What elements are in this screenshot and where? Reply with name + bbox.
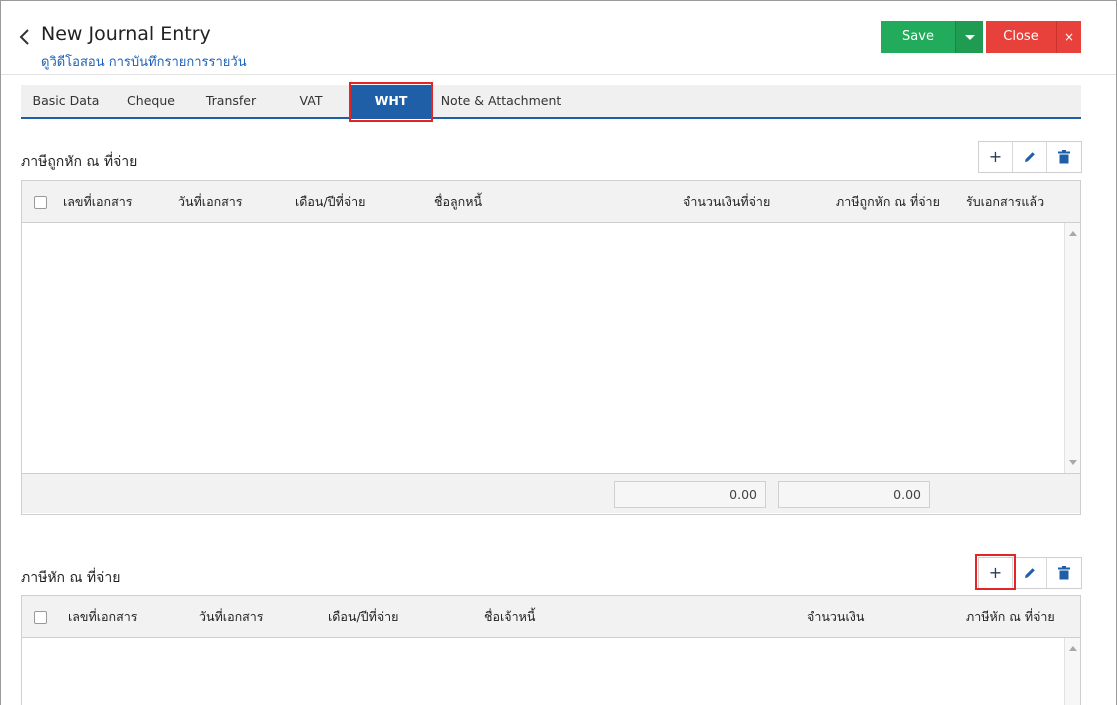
section1-add-button[interactable]: + (979, 142, 1013, 172)
page-title: New Journal Entry (41, 23, 211, 45)
col-doc-date[interactable]: วันที่เอกสาร (199, 596, 264, 638)
section-withholding-tax-title: ภาษีหัก ณ ที่จ่าย (21, 570, 121, 586)
select-all-checkbox[interactable] (34, 611, 47, 624)
tab-note-attachment[interactable]: Note & Attachment (431, 85, 571, 117)
close-button[interactable]: Close (986, 21, 1056, 53)
section1-delete-button[interactable] (1047, 142, 1081, 172)
section-withheld-tax-title: ภาษีถูกหัก ณ ที่จ่าย (21, 154, 138, 170)
col-amount[interactable]: จำนวนเงิน (807, 596, 864, 638)
select-all-checkbox[interactable] (34, 196, 47, 209)
grid-body-empty (22, 223, 1080, 473)
save-dropdown-caret-icon[interactable] (955, 21, 983, 53)
pencil-icon (1024, 152, 1035, 162)
col-doc-date[interactable]: วันที่เอกสาร (178, 181, 243, 223)
grid-body-empty (22, 638, 1080, 705)
grid-header: เลขที่เอกสาร วันที่เอกสาร เดือน/ปีที่จ่า… (22, 181, 1080, 223)
tab-vat[interactable]: VAT (271, 85, 351, 117)
tutorial-video-link[interactable]: ดูวิดีโอสอน การบันทึกรายการรายวัน (41, 51, 247, 72)
scroll-down-icon[interactable] (1069, 460, 1077, 465)
total-tax-field: 0.00 (778, 481, 930, 508)
section2-add-button[interactable]: + (979, 558, 1013, 588)
trash-icon (1058, 150, 1070, 164)
scroll-up-icon[interactable] (1069, 646, 1077, 651)
scroll-up-icon[interactable] (1069, 231, 1077, 236)
tab-wht[interactable]: WHT (351, 85, 431, 117)
save-button[interactable]: Save (881, 21, 955, 53)
grid-footer-totals: 0.00 0.00 (22, 473, 1080, 513)
col-amount-paid[interactable]: จำนวนเงินที่จ่าย (683, 181, 770, 223)
section2-toolbar: + (978, 557, 1082, 589)
back-chevron-icon[interactable] (17, 25, 33, 49)
trash-icon (1058, 566, 1070, 580)
col-debtor-name[interactable]: ชื่อลูกหนี้ (434, 181, 482, 223)
vertical-scrollbar[interactable] (1064, 223, 1080, 473)
pencil-icon (1024, 568, 1035, 578)
grid-header: เลขที่เอกสาร วันที่เอกสาร เดือน/ปีที่จ่า… (22, 596, 1080, 638)
col-tax-withheld[interactable]: ภาษีหัก ณ ที่จ่าย (966, 596, 1055, 638)
section1-edit-button[interactable] (1013, 142, 1047, 172)
section2-edit-button[interactable] (1013, 558, 1047, 588)
section2-delete-button[interactable] (1047, 558, 1081, 588)
col-doc-no[interactable]: เลขที่เอกสาร (63, 181, 132, 223)
section1-toolbar: + (978, 141, 1082, 173)
tab-cheque[interactable]: Cheque (111, 85, 191, 117)
tab-transfer[interactable]: Transfer (191, 85, 271, 117)
col-creditor-name[interactable]: ชื่อเจ้าหนี้ (484, 596, 535, 638)
withholding-tax-grid: เลขที่เอกสาร วันที่เอกสาร เดือน/ปีที่จ่า… (21, 595, 1081, 705)
header-divider (1, 74, 1116, 75)
withheld-tax-grid: เลขที่เอกสาร วันที่เอกสาร เดือน/ปีที่จ่า… (21, 180, 1081, 515)
total-amount-field: 0.00 (614, 481, 766, 508)
col-doc-no[interactable]: เลขที่เอกสาร (68, 596, 137, 638)
tab-basic-data[interactable]: Basic Data (21, 85, 111, 117)
col-tax-withheld[interactable]: ภาษีถูกหัก ณ ที่จ่าย (836, 181, 940, 223)
app-window: New Journal Entry ดูวิดีโอสอน การบันทึกร… (0, 0, 1117, 705)
col-pay-period[interactable]: เดือน/ปีที่จ่าย (328, 596, 399, 638)
close-x-icon[interactable]: × (1056, 21, 1081, 53)
vertical-scrollbar[interactable] (1064, 638, 1080, 705)
col-document-received[interactable]: รับเอกสารแล้ว (966, 181, 1044, 223)
plus-icon: + (988, 147, 1003, 166)
tab-bar: Basic Data Cheque Transfer VAT WHT Note … (21, 85, 1081, 119)
plus-icon: + (988, 563, 1003, 582)
col-pay-period[interactable]: เดือน/ปีที่จ่าย (295, 181, 366, 223)
